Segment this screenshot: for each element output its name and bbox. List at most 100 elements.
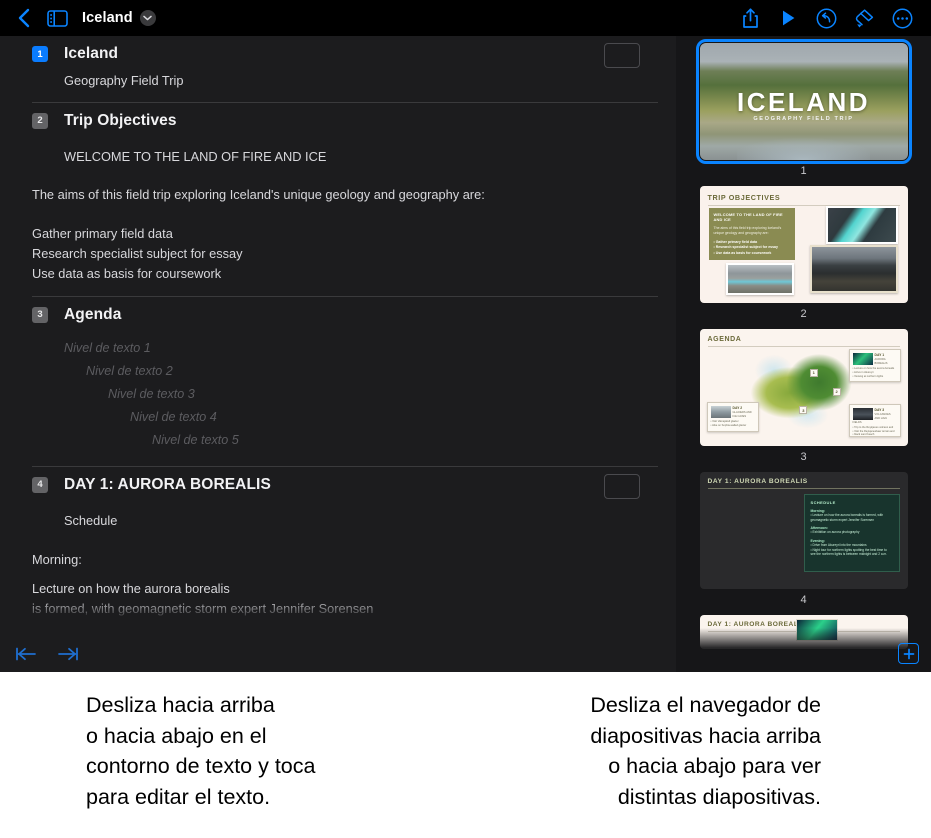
ellipsis-circle-icon xyxy=(892,8,912,28)
slide-thumbnail[interactable]: DAY 1: AURORA BOREALIS SCHEDULE Morning:… xyxy=(699,472,908,589)
slide-thumbnail[interactable]: DAY 1: AURORA BOREALIS xyxy=(699,615,908,649)
outline-body-line[interactable]: WELCOME TO THE LAND OF FIRE AND ICE xyxy=(32,138,658,167)
left-caption: Desliza hacia arriba o hacia abajo en el… xyxy=(86,693,316,809)
undo-button[interactable] xyxy=(807,3,845,33)
outline-title-row[interactable]: 4 DAY 1: AURORA BOREALIS xyxy=(32,467,658,502)
afternoon-body: • Exhibition on aurora photography xyxy=(810,530,860,535)
landscape-thumbnail xyxy=(604,43,640,68)
outline-slide-title[interactable]: Trip Objectives xyxy=(64,112,177,130)
more-button[interactable] xyxy=(883,3,921,33)
callout-thumb-aurora xyxy=(852,353,873,365)
outdent-button[interactable] xyxy=(10,640,42,668)
outline-slide-title[interactable]: Agenda xyxy=(64,306,121,324)
navigator-slide-3[interactable]: AGENDA 1 2 3 DAY 1 AURORA BOREALIS • Lec… xyxy=(676,329,931,465)
slide-1-headline: ICELAND xyxy=(736,87,871,118)
share-button[interactable] xyxy=(731,3,769,33)
slide-number-badge[interactable]: 1 xyxy=(32,46,48,62)
aurora-thumbnail xyxy=(604,473,640,499)
outline-body-line[interactable]: Morning: xyxy=(32,550,658,570)
indent-button[interactable] xyxy=(52,640,84,668)
slide-5-artwork: DAY 1: AURORA BOREALIS xyxy=(699,615,908,649)
slide-3-callout-day2: DAY 2 GLACIERS AND ICE CAVES • Visit Vat… xyxy=(706,402,759,432)
outline-slide-1[interactable]: 1 Iceland Geography Field Trip xyxy=(32,36,658,102)
map-pin-1: 1 xyxy=(809,368,818,377)
slide-2-text-box: WELCOME TO THE LAND OF FIRE AND ICE The … xyxy=(708,208,795,260)
slide-3-callout-day3: DAY 3 VOLCANOES AND LAVA FIELDS • Trip t… xyxy=(848,404,901,437)
slide-number-label: 2 xyxy=(800,308,807,320)
play-button[interactable] xyxy=(769,3,807,33)
navigator-slide-1[interactable]: ICELAND GEOGRAPHY FIELD TRIP 1 xyxy=(676,39,931,179)
outline-title-row[interactable]: 1 Iceland xyxy=(32,36,658,71)
share-icon xyxy=(742,7,758,28)
outdent-arrow-icon xyxy=(16,647,36,661)
outline-slide-4[interactable]: 4 DAY 1: AURORA BOREALIS Schedule Mornin… xyxy=(32,467,658,619)
plus-icon xyxy=(903,648,914,659)
toolbar-left-group: Iceland xyxy=(0,3,156,33)
iceland-map-graphic xyxy=(749,347,862,435)
outline-body-line[interactable]: Schedule xyxy=(32,502,658,531)
navigator-slide-5[interactable]: DAY 1: AURORA BOREALIS xyxy=(676,615,931,649)
slide-thumbnail[interactable]: TRIP OBJECTIVES WELCOME TO THE LAND OF F… xyxy=(699,186,908,303)
slide-number-label: 4 xyxy=(800,594,807,606)
placeholder-level-5[interactable]: Nivel de texto 5 xyxy=(120,429,658,452)
right-caption: Desliza el navegador de diapositivas hac… xyxy=(590,693,821,809)
add-slide-button[interactable] xyxy=(898,643,919,664)
outline-title-row[interactable]: 3 Agenda xyxy=(32,297,658,332)
slide-3-artwork: AGENDA 1 2 3 DAY 1 AURORA BOREALIS • Lec… xyxy=(699,329,908,446)
slide-2-artwork: TRIP OBJECTIVES WELCOME TO THE LAND OF F… xyxy=(699,186,908,303)
map-pin-2: 2 xyxy=(832,387,841,396)
placeholder-level-1[interactable]: Nivel de texto 1 xyxy=(32,337,658,360)
indent-arrow-icon xyxy=(58,647,78,661)
callout-body: • Lecture on how the aurora borealis • A… xyxy=(852,366,895,378)
play-icon xyxy=(782,10,794,26)
outline-slide-3[interactable]: 3 Agenda Nivel de texto 1 Nivel de texto… xyxy=(32,297,658,466)
outline-bottom-bar xyxy=(0,636,676,672)
outline-body-line[interactable]: is formed, with geomagnetic storm expert… xyxy=(32,599,658,619)
outline-body-line[interactable]: Use data as basis for coursework xyxy=(32,264,658,284)
slide-number-badge[interactable]: 3 xyxy=(32,306,48,323)
slide-2-box-title: WELCOME TO THE LAND OF FIRE AND ICE xyxy=(713,212,783,222)
outline-slide-title[interactable]: DAY 1: AURORA BOREALIS xyxy=(64,476,271,494)
placeholder-level-2[interactable]: Nivel de texto 2 xyxy=(54,360,658,383)
slide-thumbnail[interactable]: ICELAND GEOGRAPHY FIELD TRIP xyxy=(695,39,912,164)
callout-thumb-volcano xyxy=(852,408,873,420)
navigator-slide-2[interactable]: TRIP OBJECTIVES WELCOME TO THE LAND OF F… xyxy=(676,186,931,322)
slide-navigator[interactable]: ICELAND GEOGRAPHY FIELD TRIP 1 TRIP OBJE… xyxy=(676,36,931,672)
slide-4-artwork: DAY 1: AURORA BOREALIS SCHEDULE Morning:… xyxy=(700,472,908,589)
slide-thumbnail[interactable]: AGENDA 1 2 3 DAY 1 AURORA BOREALIS • Lec… xyxy=(699,329,908,446)
outline-title-row[interactable]: 2 Trip Objectives xyxy=(32,103,658,138)
slide-1-artwork: ICELAND GEOGRAPHY FIELD TRIP xyxy=(699,43,908,160)
outline-body-line[interactable]: Geography Field Trip xyxy=(32,71,658,91)
slide-2-box-bullets: • Gather primary field data • Research s… xyxy=(713,240,778,255)
keynote-window: Iceland 1 Iceland Geography Field Trip 2… xyxy=(0,0,931,672)
toolbar-right-group xyxy=(731,3,931,33)
outline-body-line[interactable]: Lecture on how the aurora borealis xyxy=(32,579,658,599)
map-pin-3: 3 xyxy=(799,406,808,415)
outline-body-line[interactable]: Research specialist subject for essay xyxy=(32,244,658,264)
back-button[interactable] xyxy=(6,3,40,33)
slide-4-schedule-box: SCHEDULE Morning: • Lecture on how the a… xyxy=(803,494,900,572)
chevron-left-icon xyxy=(18,8,29,28)
text-outline-pane[interactable]: 1 Iceland Geography Field Trip 2 Trip Ob… xyxy=(0,36,676,636)
slide-number-label: 3 xyxy=(800,451,807,463)
callout-body: • Trip to the Reykjanes volcano and • Vi… xyxy=(852,425,895,437)
slide-number-badge[interactable]: 4 xyxy=(32,476,48,493)
format-button[interactable] xyxy=(845,3,883,33)
outline-slide-title[interactable]: Iceland xyxy=(64,45,118,63)
document-title: Iceland xyxy=(82,10,133,26)
outline-body-line[interactable]: Gather primary field data xyxy=(32,224,658,244)
placeholder-level-4[interactable]: Nivel de texto 4 xyxy=(98,406,658,429)
schedule-title: SCHEDULE xyxy=(810,500,836,505)
navigator-slide-4[interactable]: DAY 1: AURORA BOREALIS SCHEDULE Morning:… xyxy=(676,472,931,608)
chevron-down-icon xyxy=(143,15,152,21)
document-menu-button[interactable] xyxy=(139,10,156,26)
outline-slide-2[interactable]: 2 Trip Objectives WELCOME TO THE LAND OF… xyxy=(32,103,658,296)
slide-number-badge[interactable]: 2 xyxy=(32,112,48,129)
sidebar-toggle-button[interactable] xyxy=(40,3,74,33)
slide-2-header: TRIP OBJECTIVES xyxy=(707,193,900,206)
outline-body-line[interactable]: The aims of this field trip exploring Ic… xyxy=(32,185,658,205)
placeholder-level-3[interactable]: Nivel de texto 3 xyxy=(76,383,658,406)
app-root: Iceland 1 Iceland Geography Field Trip 2… xyxy=(0,0,931,838)
slide-2-photo-mountains xyxy=(809,245,898,293)
slide-4-header: DAY 1: AURORA BOREALIS xyxy=(707,478,900,489)
